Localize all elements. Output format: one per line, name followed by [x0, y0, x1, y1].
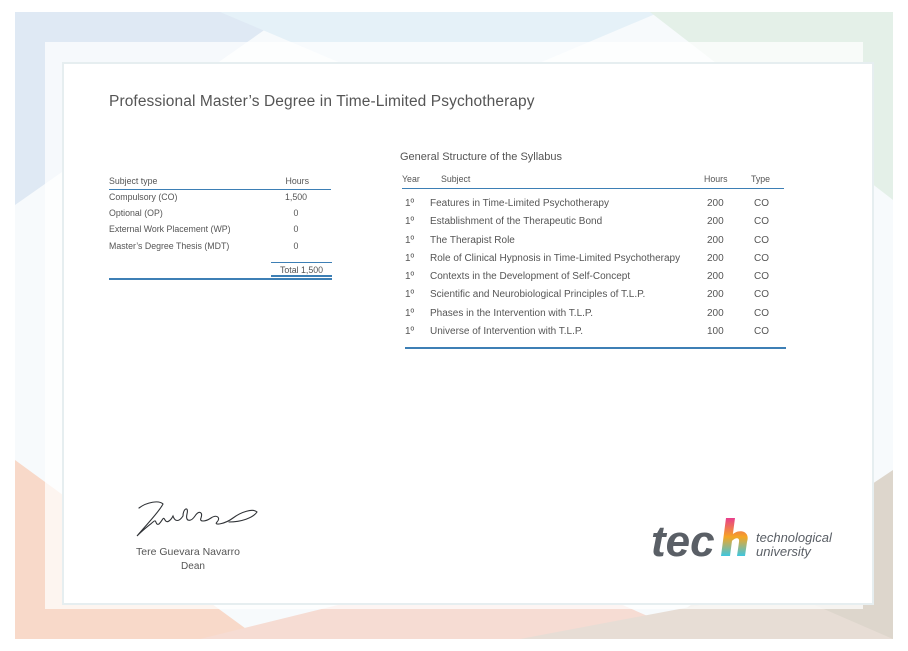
row-subject: Universe of Intervention with T.L.P. [430, 326, 584, 338]
row-hours: 200 [707, 198, 724, 209]
summary-hours: 1,500 [284, 192, 307, 202]
syllabus-title: General Structure of the Syllabus [400, 151, 563, 163]
syllabus-header-subject: Subject [441, 174, 471, 184]
signatory-name: Tere Guevara Navarro [136, 546, 240, 558]
summary-hours: 0 [293, 208, 299, 219]
summary-bottom-rule [109, 278, 332, 280]
row-year: 1º [405, 326, 415, 338]
syllabus-header: Year Subject Hours Type [402, 172, 784, 189]
row-type: CO [754, 289, 769, 301]
logo-line-2: university [756, 544, 812, 559]
syllabus-header-hours: Hours [704, 174, 728, 184]
syllabus-table: Year Subject Hours Type 1º Features in T… [402, 172, 786, 349]
row-type: CO [754, 326, 769, 338]
summary-hours: 0 [293, 224, 299, 235]
summary-row: Master’s Degree Thesis (MDT) 0 [109, 239, 331, 255]
row-type: CO [754, 216, 769, 228]
row-year: 1º [405, 271, 415, 283]
summary-row: External Work Placement (WP) 0 [109, 222, 331, 238]
row-hours: 200 [707, 252, 724, 264]
row-hours: 200 [707, 216, 724, 228]
signatory-role: Dean [181, 561, 205, 572]
row-type: CO [754, 271, 769, 283]
row-hours: 200 [707, 289, 724, 301]
syllabus-row: 1º Contexts in the Development of Self-C… [402, 270, 784, 288]
row-subject: The Therapist Role [430, 234, 515, 246]
row-subject: Phases in the Intervention with T.L.P. [430, 307, 594, 319]
syllabus-row: 1º The Therapist Role 200 CO [402, 234, 784, 252]
syllabus-bottom-rule [405, 347, 786, 349]
syllabus-header-year: Year [402, 174, 420, 184]
summary-header-hours: Hours [285, 176, 309, 186]
summary-total: Total 1,500 [271, 262, 332, 277]
summary-header: Subject type Hours [109, 174, 331, 190]
row-subject: Contexts in the Development of Self-Conc… [430, 271, 631, 283]
row-type: CO [754, 252, 769, 264]
row-year: 1º [405, 252, 415, 264]
row-subject: Scientific and Neurobiological Principle… [430, 289, 646, 301]
row-year: 1º [405, 216, 415, 228]
row-subject: Role of Clinical Hypnosis in Time-Limite… [430, 252, 681, 264]
summary-type: Compulsory (CO) [109, 192, 178, 202]
row-type: CO [754, 198, 769, 209]
row-hours: 200 [707, 271, 724, 283]
row-hours: 200 [707, 234, 724, 246]
row-subject: Features in Time-Limited Psychotherapy [430, 198, 609, 209]
summary-row: Optional (OP) 0 [109, 206, 331, 222]
summary-hours: 0 [293, 240, 299, 251]
logo-brand-text: tec [651, 517, 715, 566]
row-hours: 100 [707, 326, 724, 338]
row-year: 1º [405, 234, 415, 246]
row-hours: 200 [707, 307, 724, 319]
summary-type: Optional (OP) [109, 208, 163, 219]
summary-type: External Work Placement (WP) [109, 224, 231, 235]
syllabus-row: 1º Universe of Intervention with T.L.P. … [402, 325, 784, 343]
logo-line-1: technological [756, 530, 833, 545]
signature-image [136, 501, 258, 537]
syllabus-row: 1º Establishment of the Therapeutic Bond… [402, 215, 784, 233]
syllabus-row: 1º Scientific and Neurobiological Princi… [402, 288, 784, 306]
row-year: 1º [405, 198, 415, 209]
summary-header-type: Subject type [109, 176, 158, 186]
row-year: 1º [405, 289, 415, 301]
syllabus-row: 1º Role of Clinical Hypnosis in Time-Lim… [402, 252, 784, 270]
row-type: CO [754, 234, 769, 246]
subject-type-summary-table: Subject type Hours Compulsory (CO) 1,500… [109, 174, 332, 280]
syllabus-row: 1º Phases in the Intervention with T.L.P… [402, 307, 784, 325]
row-type: CO [754, 307, 769, 319]
row-year: 1º [405, 307, 415, 319]
row-subject: Establishment of the Therapeutic Bond [430, 216, 603, 228]
syllabus-row: 1º Features in Time-Limited Psychotherap… [402, 197, 784, 215]
document-title: Professional Master’s Degree in Time-Lim… [109, 93, 535, 110]
summary-type: Master’s Degree Thesis (MDT) [109, 240, 230, 251]
tech-university-logo: tec technological university [651, 517, 833, 566]
summary-row: Compulsory (CO) 1,500 [109, 190, 331, 206]
syllabus-header-type: Type [751, 174, 771, 184]
